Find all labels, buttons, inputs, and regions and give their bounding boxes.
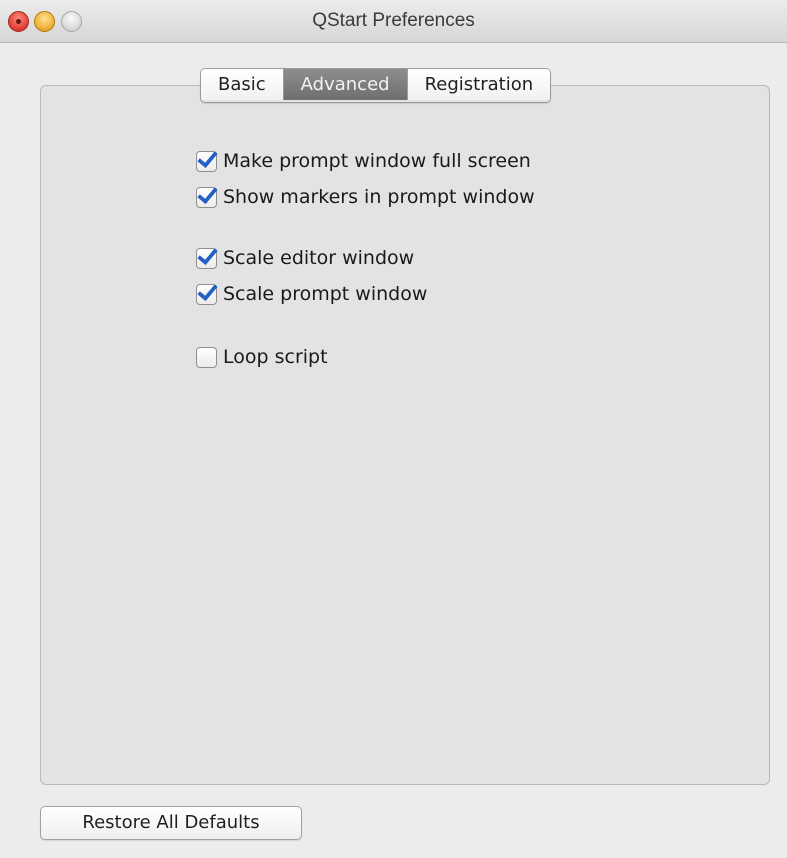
checkbox-scale-editor[interactable] [196, 247, 217, 269]
checkbox-show-markers[interactable] [196, 186, 217, 208]
option-label: Scale editor window [223, 247, 415, 269]
option-label: Make prompt window full screen [223, 150, 531, 172]
tab-basic[interactable]: Basic [201, 69, 284, 100]
option-loop-script[interactable]: Loop script [196, 344, 328, 370]
preferences-window: QStart Preferences Basic Advanced Regist… [0, 0, 787, 858]
checkbox-scale-prompt[interactable] [196, 283, 217, 305]
tab-advanced[interactable]: Advanced [283, 69, 408, 100]
preferences-tab-bar: Basic Advanced Registration [200, 68, 552, 103]
option-label: Loop script [223, 346, 328, 368]
restore-all-defaults-button[interactable]: Restore All Defaults [40, 806, 302, 840]
checkbox-full-screen-prompt[interactable] [196, 150, 217, 172]
option-scale-editor[interactable]: Scale editor window [196, 245, 414, 271]
tab-registration[interactable]: Registration [407, 69, 551, 100]
title-bar[interactable]: QStart Preferences [0, 0, 787, 43]
option-show-markers[interactable]: Show markers in prompt window [196, 184, 535, 210]
option-full-screen-prompt[interactable]: Make prompt window full screen [196, 148, 531, 174]
window-title: QStart Preferences [312, 10, 475, 31]
option-label: Show markers in prompt window [223, 186, 535, 208]
checkbox-loop-script[interactable] [196, 346, 217, 368]
option-scale-prompt[interactable]: Scale prompt window [196, 281, 427, 307]
option-label: Scale prompt window [223, 283, 428, 305]
